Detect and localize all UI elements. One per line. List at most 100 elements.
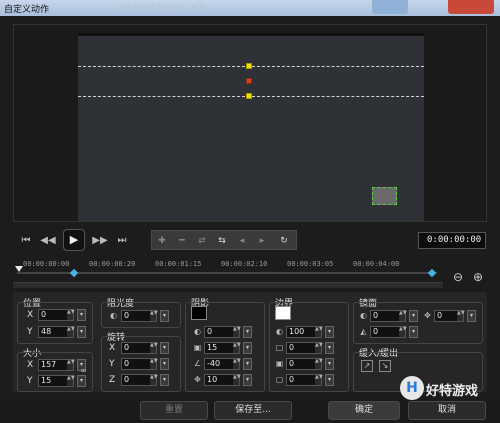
border-opacity-dropdown[interactable]: ▾: [325, 326, 334, 338]
position-x-dropdown[interactable]: ▾: [77, 309, 86, 321]
rotation-z-label: Z: [109, 375, 116, 385]
preview-area: [13, 24, 487, 222]
timeline-scrollbar[interactable]: [13, 282, 443, 288]
rotation-y-dropdown[interactable]: ▾: [160, 358, 169, 370]
position-y-input[interactable]: 48 ▲▼: [38, 326, 75, 338]
title-bar: 自定义动作 VideoStudio X7: [0, 0, 500, 16]
mirror-v3-input[interactable]: 0 ▲▼: [434, 310, 465, 322]
opacity-icon: ◐: [110, 311, 117, 320]
top-handle[interactable]: [246, 63, 252, 69]
position-y-dropdown[interactable]: ▾: [77, 326, 86, 338]
border-style-icon: ▣: [275, 359, 284, 368]
next-frame-icon[interactable]: ▶▶: [91, 232, 109, 250]
move-left-icon[interactable]: ◂: [234, 233, 250, 249]
timecode-field[interactable]: 0:00:00:00: [418, 232, 486, 249]
border-corner-icon: ▢: [275, 375, 284, 384]
preview-canvas[interactable]: [78, 33, 424, 221]
mirror-v1-input[interactable]: 0 ▲▼: [370, 310, 407, 322]
border-width-icon: □: [275, 343, 284, 352]
ease-in-icon[interactable]: ↗: [361, 360, 373, 372]
timeline-ruler[interactable]: 00:00:00:00 00:00:00:20 00:00:01:15 00:0…: [13, 258, 487, 284]
end-icon[interactable]: ⏭: [113, 232, 131, 250]
save-to-button[interactable]: 保存至...: [214, 401, 292, 420]
timeline-tick: 00:00:04:00: [353, 260, 400, 268]
zoom-out-icon[interactable]: ⊖: [451, 270, 465, 284]
ok-button[interactable]: 确定: [328, 401, 400, 420]
border-v2-input[interactable]: 0 ▲▼: [286, 358, 323, 370]
timeline-tick: 00:00:00:00: [23, 260, 70, 268]
keyframe-marker[interactable]: [69, 268, 79, 278]
remove-keyframe-icon[interactable]: ━: [174, 233, 190, 249]
border-width-input[interactable]: 0 ▲▼: [286, 342, 323, 354]
shadow-blur-dropdown[interactable]: ▾: [243, 342, 252, 354]
prev-frame-icon[interactable]: ◀◀: [39, 232, 57, 250]
reverse-icon[interactable]: ⇄: [194, 233, 210, 249]
play-icon[interactable]: ▶: [63, 229, 85, 251]
keyframe-marker[interactable]: [427, 268, 437, 278]
shadow-distance-dropdown[interactable]: ▾: [243, 374, 252, 386]
size-x-label: X: [27, 360, 34, 370]
home-icon[interactable]: ⏮: [17, 232, 35, 250]
watermark-logo: H 好特游戏: [398, 374, 500, 404]
zoom-in-icon[interactable]: ⊕: [471, 270, 485, 284]
mirror-v2-input[interactable]: 0 ▲▼: [370, 326, 407, 338]
swap-icon[interactable]: ⇆: [214, 233, 230, 249]
shadow-distance-input[interactable]: 10 ▲▼: [204, 374, 241, 386]
mirror-opacity-icon: ◐: [360, 311, 367, 320]
rotation-x-label: X: [109, 343, 116, 353]
shadow-blur-input[interactable]: 15 ▲▼: [204, 342, 241, 354]
timeline-tick: 00:00:01:15: [155, 260, 202, 268]
ease-out-icon[interactable]: ↘: [379, 360, 391, 372]
rotation-y-input[interactable]: 0 ▲▼: [121, 358, 158, 370]
mirror-v3-dropdown[interactable]: ▾: [467, 310, 476, 322]
opacity-dropdown[interactable]: ▾: [160, 310, 169, 322]
position-x-label: X: [27, 310, 34, 320]
border-v2-dropdown[interactable]: ▾: [325, 358, 334, 370]
shadow-angle-dropdown[interactable]: ▾: [243, 358, 252, 370]
rotation-z-input[interactable]: 0 ▲▼: [121, 374, 158, 386]
rotate-icon[interactable]: ↻: [276, 233, 292, 249]
center-handle[interactable]: [246, 78, 252, 84]
timeline-tick: 00:00:02:10: [221, 260, 268, 268]
add-keyframe-icon[interactable]: ✚: [154, 233, 170, 249]
rotation-y-label: Y: [109, 359, 115, 369]
size-y-dropdown[interactable]: ▾: [77, 375, 86, 387]
rotation-x-input[interactable]: 0 ▲▼: [121, 342, 158, 354]
mirror-offset-icon: ✥: [424, 311, 431, 320]
timeline-track: [17, 272, 437, 274]
playback-controls: ⏮ ◀◀ ▶ ▶▶ ⏭ ✚ ━ ⇄ ⇆ ◂ ▸ ↻ 0:00:00:00: [13, 227, 487, 255]
opacity-input[interactable]: 0 ▲▼: [121, 310, 158, 322]
mirror-v2-dropdown[interactable]: ▾: [409, 326, 418, 338]
shadow-opacity-input[interactable]: 0 ▲▼: [204, 326, 241, 338]
rotation-x-dropdown[interactable]: ▾: [160, 342, 169, 354]
border-v3-dropdown[interactable]: ▾: [325, 374, 334, 386]
mirror-v1-dropdown[interactable]: ▾: [409, 310, 418, 322]
position-x-input[interactable]: 0 ▲▼: [38, 309, 75, 321]
size-x-input[interactable]: 157 ▲▼: [38, 359, 75, 371]
size-y-input[interactable]: 15 ▲▼: [38, 375, 75, 387]
border-opacity-icon: ◐: [276, 327, 283, 336]
reset-button[interactable]: 重置: [140, 401, 208, 420]
border-opacity-input[interactable]: 100 ▲▼: [286, 326, 323, 338]
rotation-z-dropdown[interactable]: ▾: [160, 374, 169, 386]
shadow-color-swatch[interactable]: [191, 306, 207, 320]
shadow-distance-icon: ✥: [194, 375, 201, 384]
border-color-swatch[interactable]: [275, 306, 291, 320]
keyframe-toolbar: ✚ ━ ⇄ ⇆ ◂ ▸ ↻: [151, 230, 297, 250]
minimize-button[interactable]: [372, 0, 408, 14]
shadow-angle-icon: ∠: [193, 359, 202, 368]
border-v3-input[interactable]: 0 ▲▼: [286, 374, 323, 386]
shadow-angle-input[interactable]: -40 ▲▼: [204, 358, 241, 370]
border-width-dropdown[interactable]: ▾: [325, 342, 334, 354]
link-icon[interactable]: ∞: [79, 366, 88, 375]
move-right-icon[interactable]: ▸: [254, 233, 270, 249]
timeline-tick: 00:00:00:20: [89, 260, 136, 268]
close-button[interactable]: [448, 0, 494, 14]
background-window-title: VideoStudio X7: [120, 1, 204, 14]
mirror-fade-icon: ◭: [360, 327, 367, 336]
position-y-label: Y: [27, 327, 33, 337]
bottom-handle[interactable]: [246, 93, 252, 99]
size-y-label: Y: [27, 376, 33, 386]
selected-object[interactable]: [372, 187, 397, 205]
shadow-opacity-dropdown[interactable]: ▾: [243, 326, 252, 338]
